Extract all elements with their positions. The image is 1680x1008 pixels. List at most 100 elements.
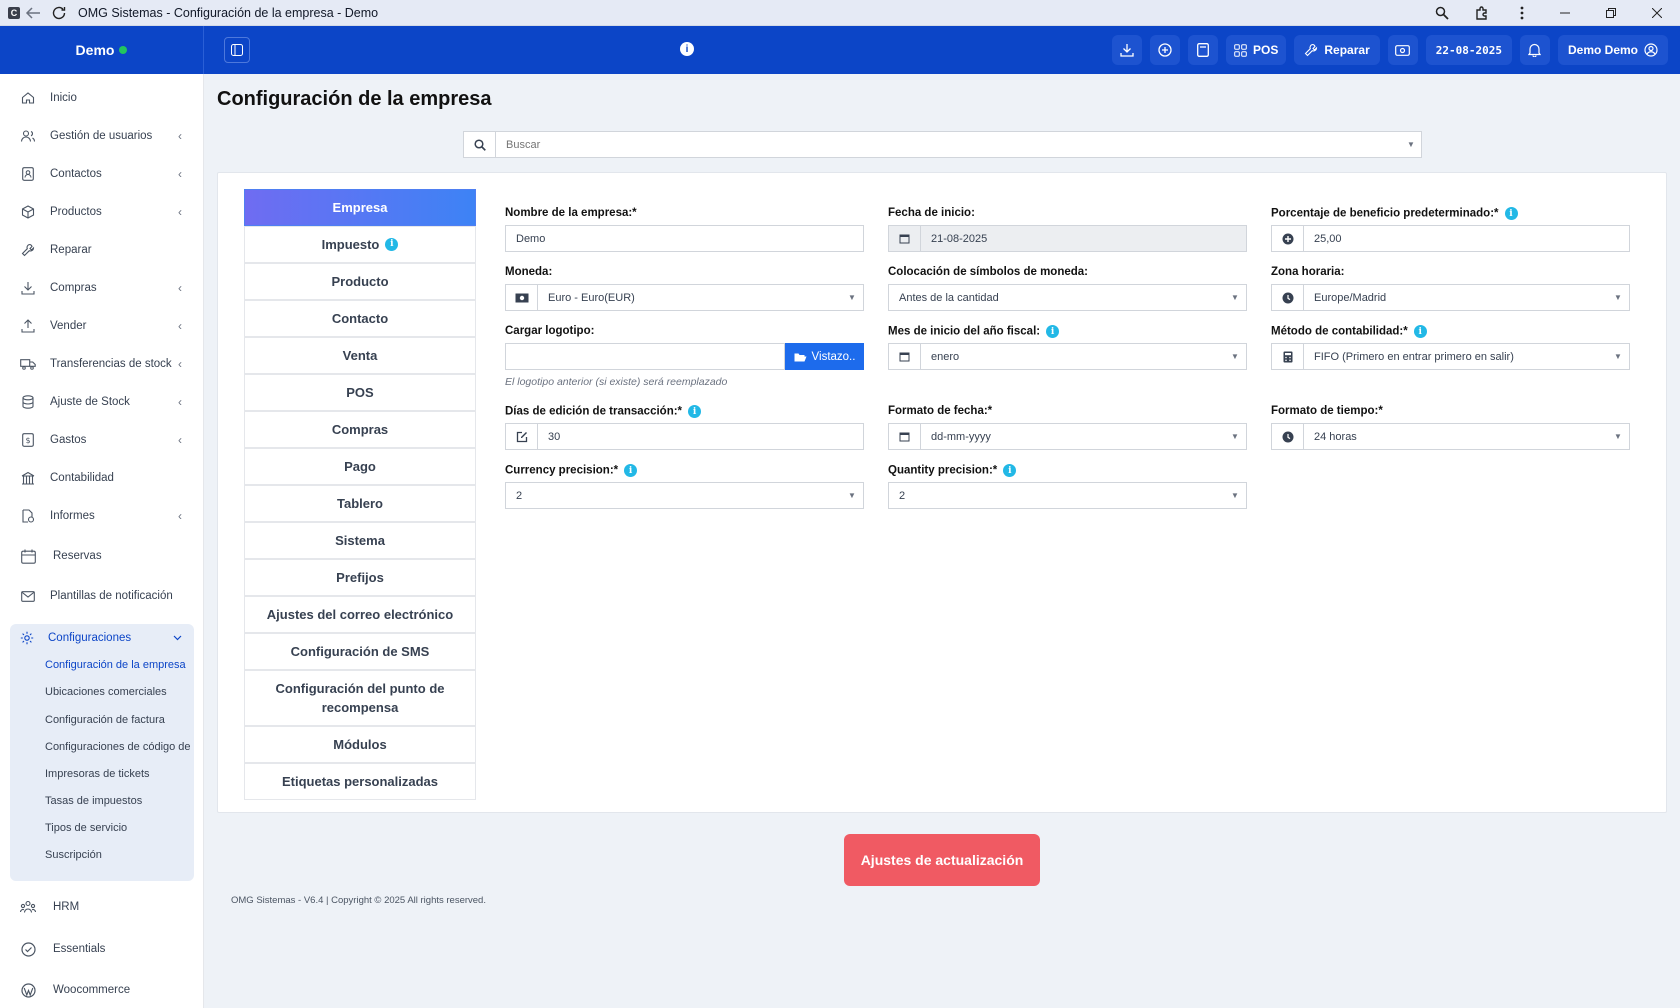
tab-sistema[interactable]: Sistema	[244, 522, 476, 559]
info-icon[interactable]: i	[688, 405, 702, 418]
edit-days-field[interactable]: 30	[505, 423, 864, 450]
sidebar-item-ajuste-stock[interactable]: Ajuste de Stock ‹	[0, 386, 204, 418]
business-name-field[interactable]: Demo	[505, 225, 864, 252]
sidebar-item-reservas[interactable]: Reservas	[0, 540, 204, 572]
quantity-precision-select[interactable]: 2 ▼	[888, 482, 1247, 509]
sidebar-subitem-empresa[interactable]: Configuración de la empresa	[45, 653, 193, 677]
repair-button[interactable]: Reparar	[1294, 35, 1380, 65]
sidebar-item-contabilidad[interactable]: Contabilidad	[0, 462, 204, 494]
extensions-icon[interactable]	[1462, 0, 1502, 26]
settings-search[interactable]: ▼	[463, 131, 1422, 158]
tab-contacto[interactable]: Contacto	[244, 300, 476, 337]
sidebar-item-label: Transferencias de stock	[50, 358, 172, 370]
browse-button[interactable]: Vistazo..	[785, 343, 864, 370]
tab-label: POS	[346, 385, 374, 400]
calendar-icon	[20, 548, 36, 564]
sidebar-item-productos[interactable]: Productos ‹	[0, 196, 204, 228]
info-icon[interactable]: i	[624, 464, 638, 477]
tab-punto-recompensa[interactable]: Configuración del punto de recompensa	[244, 670, 476, 726]
dropdown-caret-icon: ▼	[848, 293, 856, 302]
info-icon[interactable]: i	[1046, 325, 1060, 338]
sidebar-item-gastos[interactable]: $ Gastos ‹	[0, 424, 204, 456]
sidebar-subitem-tasas[interactable]: Tasas de impuestos	[45, 789, 193, 813]
menu-dots-icon[interactable]	[1502, 0, 1542, 26]
add-circle-button[interactable]	[1150, 35, 1181, 65]
label-text: Quantity precision:*	[888, 464, 998, 477]
footer-copyright: OMG Sistemas - V6.4 | Copyright © 2025 A…	[231, 895, 486, 906]
tab-tablero[interactable]: Tablero	[244, 485, 476, 522]
sidebar-item-plantillas[interactable]: Plantillas de notificación	[0, 580, 204, 612]
tab-empresa[interactable]: Empresa	[244, 189, 476, 226]
accounting-select[interactable]: FIFO (Primero en entrar primero en salir…	[1271, 343, 1630, 370]
sidebar-subitem-tipos-servicio[interactable]: Tipos de servicio	[45, 816, 193, 840]
sidebar-item-contactos[interactable]: Contactos ‹	[0, 158, 204, 190]
info-icon[interactable]: i	[1003, 464, 1017, 477]
update-settings-button[interactable]: Ajustes de actualización	[844, 834, 1040, 886]
check-circle-icon	[20, 941, 36, 957]
close-icon[interactable]	[1634, 0, 1680, 26]
window-title: OMG Sistemas - Configuración de la empre…	[78, 5, 379, 20]
profit-percent-field[interactable]: 25,00	[1271, 225, 1630, 252]
tab-compras[interactable]: Compras	[244, 411, 476, 448]
label-text: Mes de inicio del año fiscal:	[888, 325, 1041, 338]
logo-file-input[interactable]	[505, 343, 785, 370]
sidebar-subitem-codigo-barras[interactable]: Configuraciones de código de barras	[45, 735, 193, 759]
search-input[interactable]	[496, 132, 1401, 157]
reload-icon[interactable]	[46, 0, 72, 26]
sidebar-item-informes[interactable]: Informes ‹	[0, 500, 204, 532]
info-icon[interactable]: i	[385, 238, 399, 251]
sidebar-item-usuarios[interactable]: Gestión de usuarios ‹	[0, 120, 204, 152]
sidebar-subitem-impresoras[interactable]: Impresoras de tickets	[45, 762, 193, 786]
zoom-icon[interactable]	[1422, 0, 1462, 26]
time-format-value: 24 horas	[1314, 430, 1357, 443]
user-menu-button[interactable]: Demo Demo	[1557, 35, 1668, 65]
sidebar-item-essentials[interactable]: Essentials	[0, 933, 204, 965]
tab-impuesto[interactable]: Impuesto i	[244, 226, 476, 263]
sidebar-toggle-button[interactable]	[224, 37, 250, 63]
currency-symbol-value: Antes de la cantidad	[899, 291, 999, 304]
info-icon[interactable]: i	[1413, 325, 1427, 338]
time-format-select[interactable]: 24 horas ▼	[1271, 423, 1630, 450]
sidebar-item-hrm[interactable]: HRM	[0, 891, 204, 923]
sidebar-item-transferencias[interactable]: Transferencias de stock ‹	[0, 348, 204, 380]
sidebar-item-label: Ajuste de Stock	[50, 396, 130, 408]
tab-pos[interactable]: POS	[244, 374, 476, 411]
fiscal-month-select[interactable]: enero ▼	[888, 343, 1247, 370]
currency-select[interactable]: Euro - Euro(EUR) ▼	[505, 284, 864, 311]
calculator-button[interactable]	[1188, 35, 1219, 65]
minimize-icon[interactable]	[1542, 0, 1588, 26]
business-name-label: Nombre de la empresa:*	[505, 207, 637, 219]
sidebar-item-vender[interactable]: Vender ‹	[0, 310, 204, 342]
info-icon[interactable]: i	[680, 42, 694, 56]
pos-button[interactable]: POS	[1226, 35, 1287, 65]
tab-sms[interactable]: Configuración de SMS	[244, 633, 476, 670]
tab-correo[interactable]: Ajustes del correo electrónico	[244, 596, 476, 633]
label-text: Zona horaria:	[1271, 266, 1345, 278]
restore-icon[interactable]	[1588, 0, 1634, 26]
tab-etiquetas[interactable]: Etiquetas personalizadas	[244, 763, 476, 800]
tab-pago[interactable]: Pago	[244, 448, 476, 485]
date-format-select[interactable]: dd-mm-yyyy ▼	[888, 423, 1247, 450]
tab-producto[interactable]: Producto	[244, 263, 476, 300]
timezone-select[interactable]: Europe/Madrid ▼	[1271, 284, 1630, 311]
currency-precision-select[interactable]: 2 ▼	[505, 482, 864, 509]
sidebar-item-compras[interactable]: Compras ‹	[0, 272, 204, 304]
download-button[interactable]	[1112, 35, 1143, 65]
money-button[interactable]	[1387, 35, 1418, 65]
tab-venta[interactable]: Venta	[244, 337, 476, 374]
fiscal-month-label: Mes de inicio del año fiscal: i	[888, 325, 1060, 338]
notifications-button[interactable]	[1519, 35, 1550, 65]
sidebar-item-reparar[interactable]: Reparar	[0, 234, 204, 266]
sidebar-subitem-factura[interactable]: Configuración de factura	[45, 708, 193, 732]
brand[interactable]: Demo	[0, 26, 204, 74]
currency-symbol-select[interactable]: Antes de la cantidad ▼	[888, 284, 1247, 311]
tab-modulos[interactable]: Módulos	[244, 726, 476, 763]
sidebar-item-inicio[interactable]: Inicio	[0, 82, 204, 114]
sidebar-item-woocommerce[interactable]: Woocommerce	[0, 974, 204, 1006]
sidebar-item-configuraciones[interactable]: Configuraciones	[10, 624, 194, 652]
back-icon[interactable]	[20, 0, 46, 26]
info-icon[interactable]: i	[1504, 207, 1518, 220]
sidebar-subitem-ubicaciones[interactable]: Ubicaciones comerciales	[45, 680, 193, 704]
sidebar-subitem-suscripcion[interactable]: Suscripción	[45, 843, 193, 867]
tab-prefijos[interactable]: Prefijos	[244, 559, 476, 596]
